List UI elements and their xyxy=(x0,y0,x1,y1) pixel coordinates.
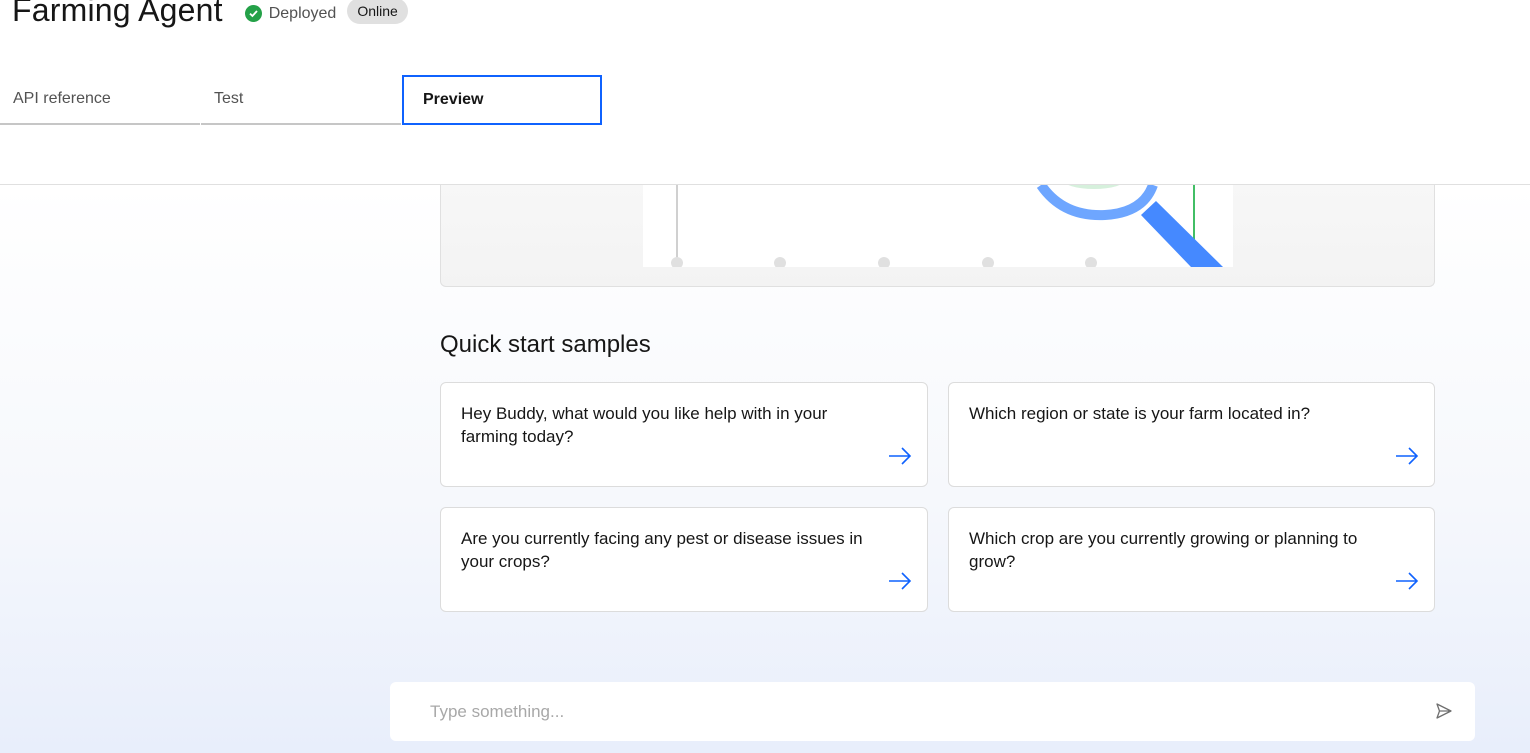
hero-illustration xyxy=(643,185,1233,267)
tab-preview[interactable]: Preview xyxy=(402,75,602,125)
chat-input[interactable] xyxy=(390,682,1410,741)
sample-card[interactable]: Hey Buddy, what would you like help with… xyxy=(440,382,928,487)
sample-card[interactable]: Which region or state is your farm locat… xyxy=(948,382,1435,487)
sample-card[interactable]: Are you currently facing any pest or dis… xyxy=(440,507,928,612)
status-badge: Online xyxy=(347,0,408,24)
tab-bar: API reference Test Preview xyxy=(0,75,603,125)
status-label: Deployed xyxy=(268,4,337,22)
quick-start-title: Quick start samples xyxy=(440,331,651,358)
checkmark-filled-icon xyxy=(244,5,262,22)
tab-api-reference[interactable]: API reference xyxy=(0,75,200,125)
deployment-status: Deployed xyxy=(244,4,337,23)
hero-banner xyxy=(440,185,1435,287)
sample-card[interactable]: Which crop are you currently growing or … xyxy=(948,507,1435,612)
sample-text: Which crop are you currently growing or … xyxy=(969,529,1358,571)
page-title: Farming Agent xyxy=(12,0,223,28)
title-row: Farming Agent Deployed Online xyxy=(12,0,408,29)
send-icon[interactable] xyxy=(1435,702,1453,725)
arrow-right-icon xyxy=(1395,447,1419,470)
arrow-right-icon xyxy=(888,447,912,470)
chat-input-bar xyxy=(390,682,1475,741)
page-header: Farming Agent Deployed Online API refere… xyxy=(0,0,1530,185)
preview-content: Quick start samples Hey Buddy, what woul… xyxy=(0,185,1530,753)
sample-text: Hey Buddy, what would you like help with… xyxy=(461,404,828,446)
arrow-right-icon xyxy=(1395,572,1419,595)
sample-text: Which region or state is your farm locat… xyxy=(969,404,1311,423)
sample-text: Are you currently facing any pest or dis… xyxy=(461,529,863,571)
arrow-right-icon xyxy=(888,572,912,595)
tab-test[interactable]: Test xyxy=(201,75,401,125)
